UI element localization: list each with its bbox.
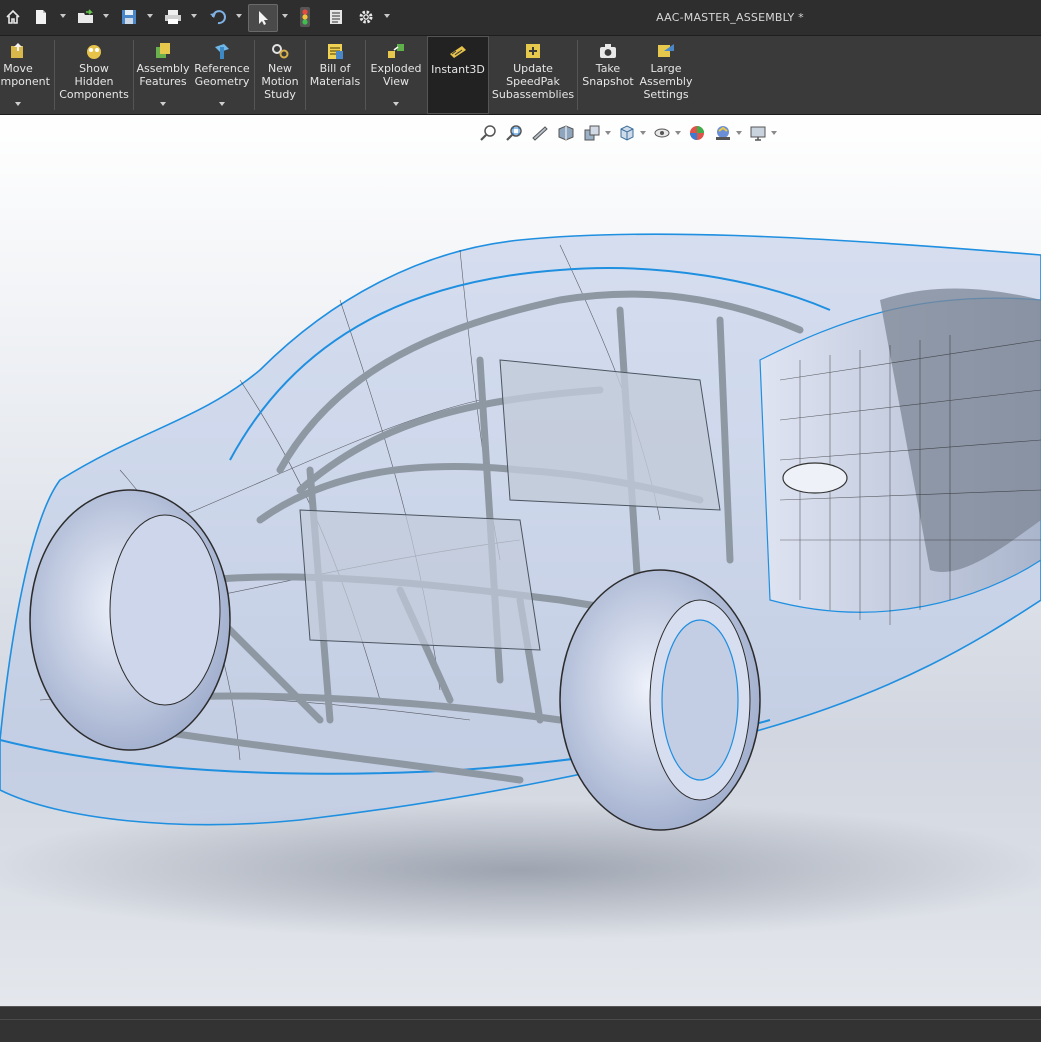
reference-geometry-button[interactable]: Reference Geometry	[193, 36, 251, 114]
bill-of-materials-icon	[328, 44, 343, 59]
assembly-features-label: Assembly Features	[136, 62, 190, 88]
exploded-view-icon	[388, 44, 404, 58]
take-snapshot-label: Take Snapshot	[582, 62, 634, 88]
update-speedpak-button[interactable]: Update SpeedPak Subassemblies	[491, 36, 575, 114]
rebuild-traffic-light-icon[interactable]	[294, 4, 316, 30]
open-icon[interactable]	[74, 4, 98, 30]
assembly-features-dropdown-icon[interactable]	[160, 102, 166, 106]
ribbon-divider	[254, 40, 255, 110]
print-icon[interactable]	[162, 4, 184, 30]
title-bar: AAC-MASTER_ASSEMBLY *	[0, 0, 1041, 36]
reference-geometry-label: Reference Geometry	[194, 62, 250, 88]
print-dropdown-icon[interactable]	[191, 14, 197, 18]
move-component-button[interactable]: Move Component	[0, 36, 50, 114]
show-hidden-label: Show Hidden Components	[59, 62, 129, 101]
ribbon-divider	[54, 40, 55, 110]
status-bar	[0, 1006, 1041, 1042]
front-left-tire	[29, 489, 231, 751]
assembly-features-button[interactable]: Assembly Features	[136, 36, 190, 114]
ribbon-divider	[577, 40, 578, 110]
show-hidden-components-button[interactable]: Show Hidden Components	[58, 36, 130, 114]
options-gear-icon[interactable]	[355, 4, 377, 30]
camera-icon	[600, 44, 616, 58]
status-bar-divider	[0, 1019, 1041, 1020]
reference-geometry-icon	[215, 44, 229, 59]
save-icon[interactable]	[118, 4, 140, 30]
motion-study-icon	[272, 44, 289, 59]
large-assembly-settings-button[interactable]: Large Assembly Settings	[639, 36, 693, 114]
show-hidden-icon	[87, 45, 101, 59]
exploded-view-button[interactable]: Exploded View	[368, 36, 424, 114]
take-snapshot-button[interactable]: Take Snapshot	[580, 36, 636, 114]
new-motion-study-button[interactable]: New Motion Study	[258, 36, 302, 114]
document-title: AAC-MASTER_ASSEMBLY *	[656, 11, 804, 24]
large-assembly-settings-label: Large Assembly Settings	[639, 62, 693, 101]
graphics-viewport[interactable]	[0, 115, 1041, 1006]
car-assembly-model[interactable]	[0, 115, 1041, 1006]
bill-of-materials-button[interactable]: Bill of Materials	[308, 36, 362, 114]
undo-icon[interactable]	[206, 4, 230, 30]
large-assembly-icon	[658, 44, 674, 57]
open-dropdown-icon[interactable]	[103, 14, 109, 18]
exploded-view-dropdown-icon[interactable]	[393, 102, 399, 106]
side-mirror	[782, 462, 848, 494]
select-arrow-icon[interactable]	[248, 4, 278, 32]
save-dropdown-icon[interactable]	[147, 14, 153, 18]
new-dropdown-icon[interactable]	[60, 14, 66, 18]
ribbon-divider	[133, 40, 134, 110]
instant3d-label: Instant3D	[431, 63, 485, 76]
select-dropdown-icon[interactable]	[282, 14, 288, 18]
update-speedpak-label: Update SpeedPak Subassemblies	[491, 62, 575, 101]
file-properties-icon[interactable]	[325, 4, 347, 30]
move-component-icon	[11, 43, 23, 58]
speedpak-icon	[526, 44, 540, 58]
new-motion-study-label: New Motion Study	[261, 62, 299, 101]
command-manager-ribbon: Move Component Show Hidden Components As…	[0, 36, 1041, 115]
move-component-label: Move Component	[0, 62, 50, 88]
move-component-dropdown-icon[interactable]	[15, 102, 21, 106]
undo-dropdown-icon[interactable]	[236, 14, 242, 18]
options-dropdown-icon[interactable]	[384, 14, 390, 18]
reference-geometry-dropdown-icon[interactable]	[219, 102, 225, 106]
bill-of-materials-label: Bill of Materials	[309, 62, 361, 88]
assembly-features-icon	[156, 43, 170, 58]
ribbon-divider	[365, 40, 366, 110]
exploded-view-label: Exploded View	[370, 62, 422, 88]
instant3d-icon	[450, 46, 466, 58]
home-icon[interactable]	[2, 4, 24, 30]
ribbon-divider	[305, 40, 306, 110]
instant3d-button[interactable]: Instant3D	[427, 36, 489, 114]
front-right-tire	[559, 569, 761, 831]
new-document-icon[interactable]	[30, 4, 52, 30]
